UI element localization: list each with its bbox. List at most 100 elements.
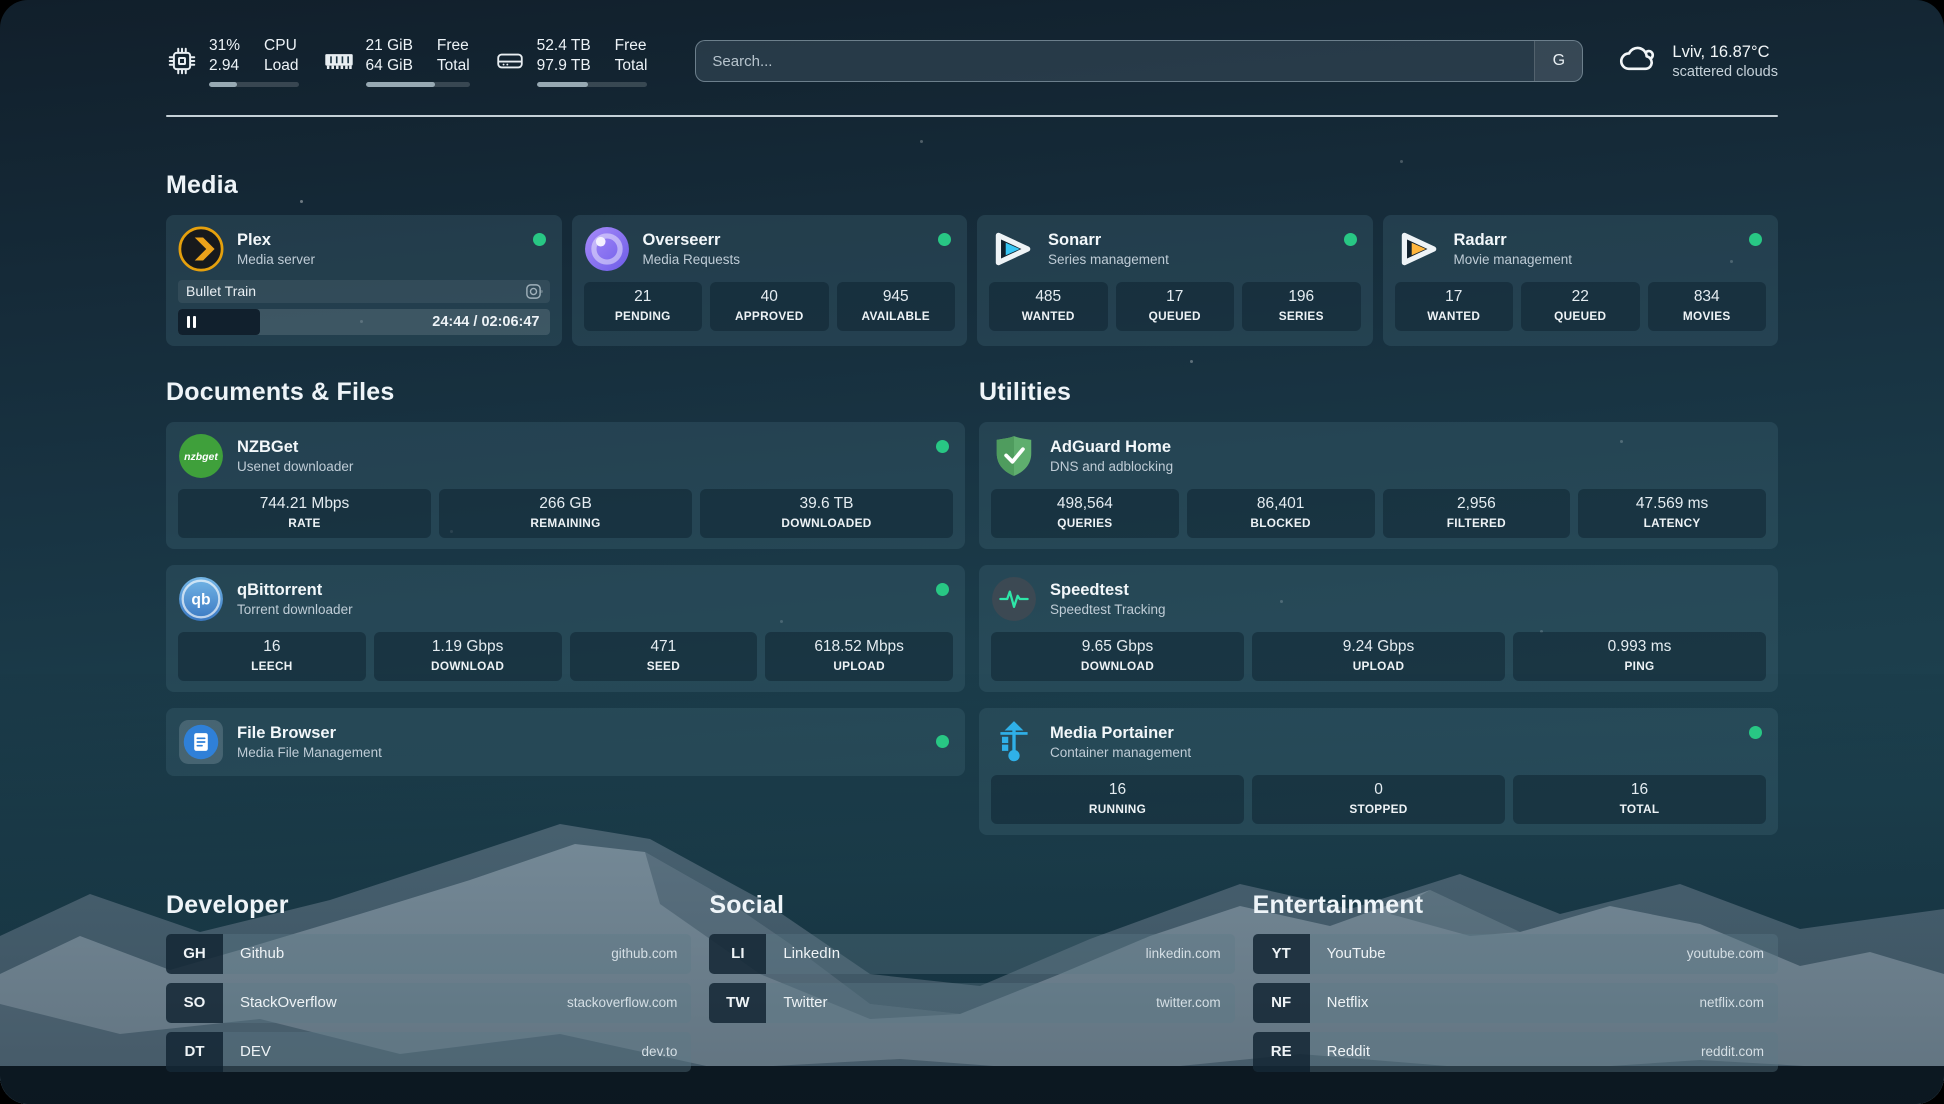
speedtest-icon	[991, 576, 1037, 622]
now-playing-bar: Bullet Train	[178, 280, 550, 303]
service-card-qbittorrent[interactable]: qb qBittorrent Torrent downloader 16 LEE…	[166, 565, 965, 692]
bookmark-abbr: YT	[1253, 934, 1310, 974]
section-title-social: Social	[709, 891, 1234, 920]
search-input[interactable]	[695, 40, 1583, 82]
service-description: Speedtest Tracking	[1050, 602, 1166, 617]
disk-icon	[494, 46, 526, 76]
stat-remaining: 266 GB REMAINING	[439, 489, 692, 538]
service-name: Speedtest	[1050, 581, 1166, 600]
resource-label-bottom: Total	[437, 56, 470, 76]
stat-value: 16	[1517, 781, 1762, 799]
status-dot	[1749, 233, 1762, 246]
stat-value: 47.569 ms	[1582, 495, 1762, 513]
search-provider-button[interactable]: G	[1534, 41, 1582, 81]
resource-body: 52.4 TB 97.9 TB Free Total	[537, 36, 648, 87]
disk-usage-fill	[537, 82, 588, 87]
bookmark-name: LinkedIn	[766, 945, 1145, 962]
service-description: Torrent downloader	[237, 602, 353, 617]
section-title-entertainment: Entertainment	[1253, 891, 1778, 920]
weather-widget[interactable]: Lviv, 16.87°C scattered clouds	[1617, 43, 1778, 80]
service-titles: qBittorrent Torrent downloader	[237, 581, 353, 617]
stat-value: 498,564	[995, 495, 1175, 513]
bookmark-name: YouTube	[1310, 945, 1687, 962]
bookmark-name: StackOverflow	[223, 994, 567, 1011]
bookmark-stackoverflow[interactable]: SO StackOverflow stackoverflow.com	[166, 983, 691, 1023]
cpu-icon	[166, 46, 198, 76]
filebrowser-icon	[178, 719, 224, 765]
bookmark-linkedin[interactable]: LI LinkedIn linkedin.com	[709, 934, 1234, 974]
bookmark-dev[interactable]: DT DEV dev.to	[166, 1032, 691, 1072]
resource-label-top: CPU	[264, 36, 298, 56]
service-description: Container management	[1050, 745, 1191, 760]
stat-running: 16 RUNNING	[991, 775, 1244, 824]
resource-value-top: 31%	[209, 36, 240, 56]
service-card-filebrowser[interactable]: File Browser Media File Management	[166, 708, 965, 776]
qbittorrent-icon: qb	[178, 576, 224, 622]
bookmark-twitter[interactable]: TW Twitter twitter.com	[709, 983, 1234, 1023]
bookmark-name: DEV	[223, 1043, 642, 1060]
stat-blocked: 86,401 BLOCKED	[1187, 489, 1375, 538]
stat-label: DOWNLOADED	[704, 516, 949, 530]
stat-value: 17	[1399, 288, 1510, 306]
stat-value: 86,401	[1191, 495, 1371, 513]
service-name: Overseerr	[643, 231, 741, 250]
memory-usage-fill	[366, 82, 436, 87]
stat-label: FILTERED	[1387, 516, 1567, 530]
stat-latency: 47.569 ms LATENCY	[1578, 489, 1766, 538]
service-titles: NZBGet Usenet downloader	[237, 438, 353, 474]
playback-progress-bar[interactable]: 24:44 / 02:06:47	[178, 309, 550, 335]
svg-text:nzbget: nzbget	[184, 452, 218, 463]
service-titles: AdGuard Home DNS and adblocking	[1050, 438, 1173, 474]
service-card-radarr[interactable]: Radarr Movie management 17 WANTED 22 QUE…	[1383, 215, 1779, 346]
service-stats: 17 WANTED 22 QUEUED 834 MOVIES	[1395, 282, 1767, 331]
disk-usage-bar	[537, 82, 648, 87]
stat-value: 9.24 Gbps	[1256, 638, 1501, 656]
section-title-media: Media	[166, 171, 1778, 200]
service-titles: File Browser Media File Management	[237, 724, 382, 760]
bookmark-github[interactable]: GH Github github.com	[166, 934, 691, 974]
resource-body: 21 GiB 64 GiB Free Total	[366, 36, 470, 87]
bookmark-youtube[interactable]: YT YouTube youtube.com	[1253, 934, 1778, 974]
bookmark-abbr: GH	[166, 934, 223, 974]
service-card-nzbget[interactable]: nzbget NZBGet Usenet downloader 744.21 M…	[166, 422, 965, 549]
service-card-overseerr[interactable]: Overseerr Media Requests 21 PENDING 40 A…	[572, 215, 968, 346]
stat-approved: 40 APPROVED	[710, 282, 829, 331]
service-card-portainer[interactable]: Media Portainer Container management 16 …	[979, 708, 1778, 835]
stat-queued: 17 QUEUED	[1116, 282, 1235, 331]
adguard-icon	[991, 433, 1037, 479]
status-dot	[1749, 726, 1762, 739]
service-card-speedtest[interactable]: Speedtest Speedtest Tracking 9.65 Gbps D…	[979, 565, 1778, 692]
media-grid: Plex Media server Bullet Train	[166, 215, 1778, 346]
stat-label: QUERIES	[995, 516, 1175, 530]
stat-value: 1.19 Gbps	[378, 638, 558, 656]
bookmark-netflix[interactable]: NF Netflix netflix.com	[1253, 983, 1778, 1023]
stat-label: AVAILABLE	[841, 309, 952, 323]
stat-download: 9.65 Gbps DOWNLOAD	[991, 632, 1244, 681]
stat-queued: 22 QUEUED	[1521, 282, 1640, 331]
service-card-plex[interactable]: Plex Media server Bullet Train	[166, 215, 562, 346]
stat-value: 22	[1525, 288, 1636, 306]
bookmark-abbr: NF	[1253, 983, 1310, 1023]
resource-value-bottom: 2.94	[209, 56, 240, 76]
section-title-documents-files: Documents & Files	[166, 378, 965, 407]
stat-value: 196	[1246, 288, 1357, 306]
stat-series: 196 SERIES	[1242, 282, 1361, 331]
bookmark-reddit[interactable]: RE Reddit reddit.com	[1253, 1032, 1778, 1072]
service-titles: Radarr Movie management	[1454, 231, 1573, 267]
stat-value: 744.21 Mbps	[182, 495, 427, 513]
service-card-adguard[interactable]: AdGuard Home DNS and adblocking 498,564 …	[979, 422, 1778, 549]
service-card-sonarr[interactable]: Sonarr Series management 485 WANTED 17 Q…	[977, 215, 1373, 346]
stat-label: REMAINING	[443, 516, 688, 530]
stat-label: RATE	[182, 516, 427, 530]
expand-icon[interactable]	[525, 283, 542, 300]
stat-label: UPLOAD	[1256, 659, 1501, 673]
stat-value: 16	[995, 781, 1240, 799]
stat-label: SEED	[574, 659, 754, 673]
service-titles: Sonarr Series management	[1048, 231, 1169, 267]
stat-label: QUEUED	[1120, 309, 1231, 323]
service-stats: 744.21 Mbps RATE 266 GB REMAINING 39.6 T…	[178, 489, 953, 538]
section-documents-files: Documents & Files nzbget NZBGet	[166, 378, 965, 835]
stat-label: LATENCY	[1582, 516, 1762, 530]
resource-value-bottom: 97.9 TB	[537, 56, 591, 76]
service-titles: Plex Media server	[237, 231, 315, 267]
